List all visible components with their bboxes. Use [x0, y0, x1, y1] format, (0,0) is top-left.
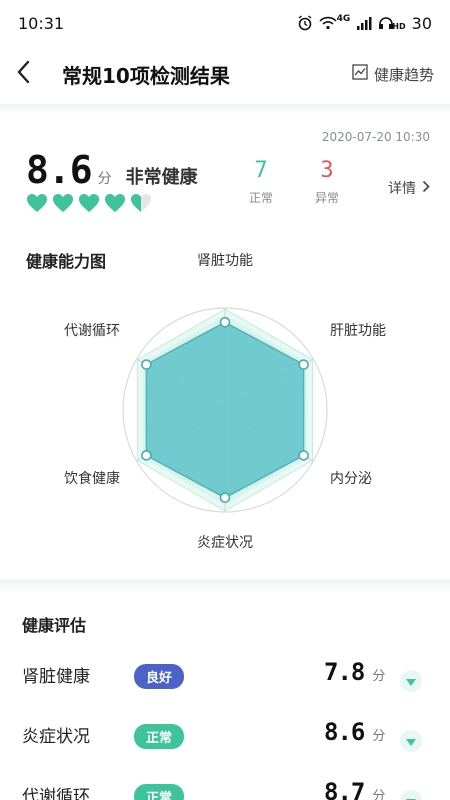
radar-chart-svg: [122, 307, 328, 513]
normal-count-label: 正常: [248, 191, 273, 205]
triangle-down-icon: [405, 732, 417, 751]
health-status: 非常健康: [125, 167, 198, 188]
radar-data-point: [219, 316, 231, 328]
status-icons: 4G HD 30: [297, 14, 432, 33]
chevron-right-icon: [422, 180, 430, 197]
chevron-left-icon: [16, 60, 30, 88]
evaluation-score: 8.7 分: [324, 778, 385, 800]
evaluation-score-unit: 分: [372, 789, 386, 800]
radar-axis-label: 肾脏功能: [197, 253, 253, 269]
heart-icon: [79, 194, 99, 212]
heart-icon: [27, 194, 47, 212]
normal-count: 7 正常: [246, 158, 276, 206]
abnormal-count-value: 3: [320, 158, 334, 183]
triangle-down-icon: [405, 672, 417, 691]
health-trend-button[interactable]: 健康趋势: [352, 64, 434, 85]
radar-chart: 肾脏功能肝脏功能内分泌炎症状况 饮食健康 代谢循环: [0, 253, 450, 570]
evaluation-row-kidney: 肾脏健康 良好 7.8 分: [0, 650, 450, 710]
back-button[interactable]: [16, 56, 52, 92]
evaluation-score-value: 7.8: [324, 658, 365, 686]
test-datetime: 2020-07-20 10:30: [321, 130, 430, 144]
evaluation-score-unit: 分: [372, 669, 386, 684]
battery-level: 30: [411, 13, 432, 33]
trend-chart-icon: [352, 64, 368, 84]
heart-icon: [53, 194, 73, 212]
heart-rating: [26, 193, 152, 213]
expand-button[interactable]: [400, 730, 422, 752]
alarm-icon: [297, 15, 313, 31]
radar-axis-label: 内分泌: [330, 471, 372, 487]
radar-axis-label: 代谢循环: [64, 323, 120, 339]
expand-button[interactable]: [400, 670, 422, 692]
health-trend-label: 健康趋势: [373, 65, 434, 84]
status-bar: 10:31 4G HD 30: [0, 0, 450, 46]
radar-axis-label: 饮食健康: [64, 471, 120, 487]
status-badge: 正常: [134, 784, 185, 800]
evaluation-section-title: 健康评估: [22, 616, 87, 635]
evaluation-row-metabolism: 代谢循环 正常 8.7 分: [0, 770, 450, 800]
details-button[interactable]: 详情: [388, 178, 430, 198]
evaluation-score-value: 8.6: [324, 718, 365, 746]
abnormal-count-label: 异常: [314, 191, 339, 205]
evaluation-row-inflammation: 炎症状况 正常 8.6 分: [0, 710, 450, 770]
radar-axis-label: 肝脏功能: [330, 323, 386, 339]
evaluation-score: 8.6 分: [324, 718, 385, 746]
abnormal-count: 3 异常: [312, 158, 342, 206]
radar-data-point: [219, 492, 231, 504]
radar-axis-label: 炎症状况: [197, 535, 253, 551]
evaluation-list: 肾脏健康 良好 7.8 分 炎症状况 正常 8.6 分 代谢循环 正常 8.7 …: [0, 650, 450, 800]
evaluation-score-unit: 分: [372, 729, 386, 744]
nav-bar: 常规10项检测结果 健康趋势: [0, 46, 450, 102]
overall-score-value: 8.6: [26, 148, 93, 192]
status-badge: 正常: [134, 724, 185, 749]
signal-icon: [356, 16, 372, 30]
section-divider: [0, 580, 450, 594]
evaluation-name: 肾脏健康: [22, 667, 90, 687]
evaluation-name: 代谢循环: [22, 787, 90, 800]
radar-data-point: [141, 359, 152, 370]
network-type: 4G: [336, 14, 351, 24]
page-title: 常规10项检测结果: [62, 63, 230, 88]
evaluation-score: 7.8 分: [324, 658, 385, 686]
radar-data-point: [141, 450, 152, 461]
status-time: 10:31: [18, 13, 65, 33]
radar-data-point: [298, 450, 309, 461]
hd-label: HD: [392, 21, 406, 31]
radar-section-title: 健康能力图: [26, 252, 107, 271]
triangle-down-icon: [405, 792, 417, 800]
wifi-icon: [319, 16, 337, 30]
heart-icon: [131, 194, 151, 212]
evaluation-score-value: 8.7: [324, 778, 365, 800]
details-label: 详情: [388, 181, 416, 197]
status-badge: 良好: [134, 664, 185, 689]
evaluation-name: 炎症状况: [22, 727, 90, 747]
radar-data-point: [298, 359, 309, 370]
heart-icon: [105, 194, 125, 212]
header-divider: [0, 104, 450, 114]
expand-button[interactable]: [400, 790, 422, 800]
overall-score: 8.6 分 非常健康: [26, 148, 198, 192]
overall-score-unit: 分: [97, 171, 112, 187]
normal-count-value: 7: [254, 158, 268, 183]
